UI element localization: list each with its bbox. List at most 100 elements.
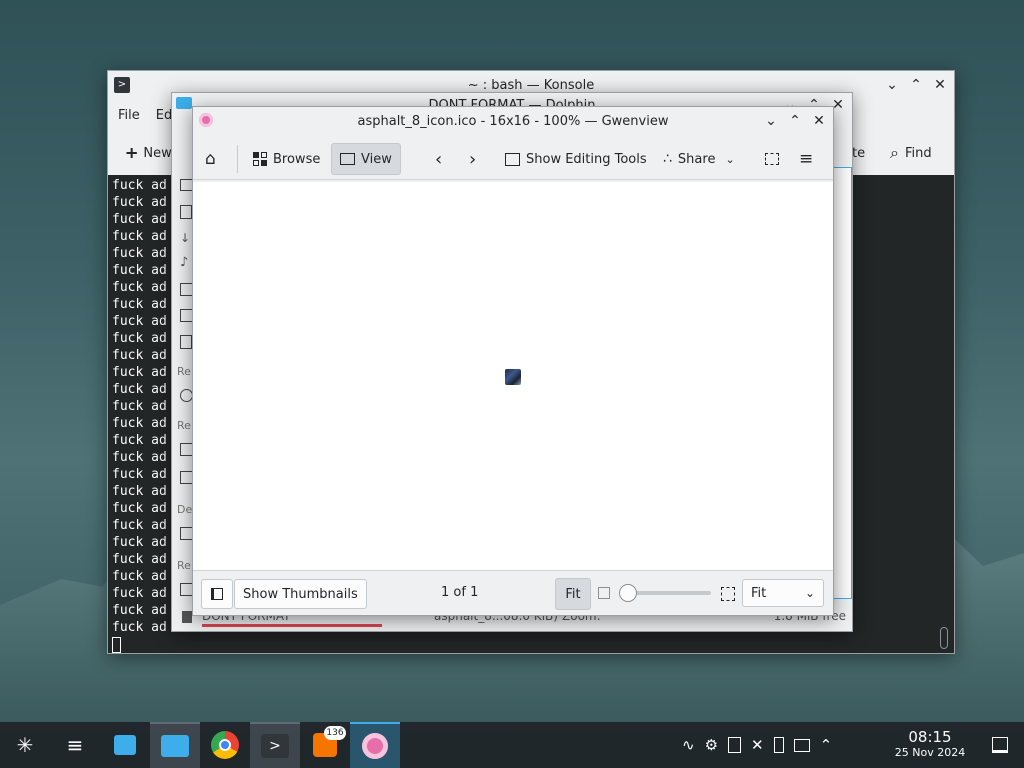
terminal-line: fuck ad	[112, 263, 167, 278]
discover-task[interactable]	[100, 722, 150, 768]
view-button[interactable]: View	[331, 143, 401, 175]
show-editing-tools-button[interactable]: Show Editing Tools	[497, 144, 655, 174]
terminal-line: fuck ad	[112, 331, 167, 346]
show-thumbnails-button[interactable]: Show Thumbnails	[234, 579, 367, 609]
chevron-down-icon: ⌄	[804, 586, 815, 600]
rss-reader-task[interactable]: 136	[300, 722, 350, 768]
fit-label: Fit	[565, 586, 581, 602]
terminal-line: fuck ad	[112, 501, 167, 516]
fit-button[interactable]: Fit	[555, 578, 591, 610]
sidebar-header: De	[177, 503, 193, 516]
removable-device-icon[interactable]	[773, 737, 784, 753]
konsole-title: ~ : bash — Konsole	[467, 77, 595, 93]
chrome-task[interactable]	[200, 722, 250, 768]
sidebar-music-icon[interactable]: ♪	[180, 255, 188, 270]
gwenview-app-icon	[199, 113, 213, 127]
system-settings-task[interactable]: ≡	[50, 722, 100, 768]
grid-icon	[253, 152, 267, 166]
terminal-icon: >	[261, 734, 289, 758]
sidebar-documents-icon[interactable]	[180, 205, 192, 219]
close-icon[interactable]: ✕	[811, 113, 827, 129]
maximize-icon[interactable]: ⌃	[908, 77, 924, 93]
terminal-cursor	[112, 637, 121, 653]
clock-time: 08:15	[908, 728, 952, 746]
fullscreen-icon	[765, 153, 779, 165]
konsole-app-icon: >	[114, 77, 130, 93]
terminal-line: fuck ad	[112, 382, 167, 397]
zoom-select[interactable]: Fit ⌄	[742, 579, 824, 607]
dolphin-task[interactable]	[150, 722, 200, 768]
minimize-icon[interactable]: ⌄	[884, 77, 900, 93]
chrome-icon	[211, 731, 239, 759]
gwenview-titlebar[interactable]: asphalt_8_icon.ico - 16x16 - 100% — Gwen…	[193, 107, 833, 135]
network-icon[interactable]	[793, 738, 810, 752]
gwenview-task[interactable]	[350, 722, 400, 768]
find-button[interactable]: ⌕ Find	[882, 138, 940, 168]
zoom-in-icon[interactable]	[721, 587, 735, 601]
terminal-line: fuck ad	[112, 246, 167, 261]
rss-tray-icon[interactable]: ∿	[682, 736, 695, 754]
image-icon	[340, 153, 355, 165]
home-icon: ⌂	[205, 149, 216, 169]
drive-icon	[182, 611, 192, 623]
browse-label: Browse	[273, 151, 321, 167]
previous-button[interactable]: ‹	[427, 144, 450, 174]
show-desktop-button[interactable]	[992, 737, 1008, 757]
share-button[interactable]: ∴ Share ⌄	[655, 144, 743, 174]
konsole-menubar: File Ed	[108, 103, 172, 127]
terminal-line: fuck ad	[112, 229, 167, 244]
sidebar-trash-icon[interactable]	[180, 335, 192, 349]
thumbnails-label: Show Thumbnails	[243, 586, 358, 602]
close-icon[interactable]: ✕	[932, 77, 948, 93]
share-icon: ∴	[663, 151, 672, 167]
chevron-up-icon[interactable]: ⌃	[820, 736, 833, 754]
zoom-slider[interactable]	[619, 584, 711, 602]
sidebar-header: Re	[177, 559, 191, 572]
terminal-line: fuck ad	[112, 467, 167, 482]
clock-date: 25 Nov 2024	[894, 746, 966, 759]
terminal-line: fuck ad	[112, 586, 167, 601]
sidebar-downloads-icon[interactable]: ↓	[180, 231, 190, 245]
terminal-line: fuck ad	[112, 365, 167, 380]
taskbar: ✳ ≡ > 136 ∿ ⚙︎ ✕ ⌃ 08:15 25 Nov 2024	[0, 722, 1024, 768]
terminal-scrollbar[interactable]	[940, 627, 948, 649]
terminal-line: fuck ad	[112, 212, 167, 227]
new-tab-label: New	[143, 145, 172, 161]
terminal-line: fuck ad	[112, 518, 167, 533]
image-canvas[interactable]	[193, 182, 833, 570]
application-launcher[interactable]: ✳	[0, 722, 50, 768]
capacity-bar	[202, 624, 382, 627]
notification-badge: 136	[324, 726, 346, 740]
gwenview-icon	[362, 733, 388, 759]
clipboard-icon[interactable]	[728, 737, 742, 753]
menu-file[interactable]: File	[118, 108, 140, 123]
home-button[interactable]: ⌂	[199, 144, 222, 174]
hamburger-menu-button[interactable]: ≡	[791, 144, 821, 174]
kde-logo-icon: ✳	[16, 733, 34, 757]
paste-label: te	[852, 145, 866, 161]
konsole-task[interactable]: >	[250, 722, 300, 768]
zoom-select-value: Fit	[751, 585, 767, 601]
minimize-icon[interactable]: ⌄	[763, 113, 779, 129]
volume-muted-icon[interactable]: ✕	[751, 736, 764, 754]
menu-edit[interactable]: Ed	[156, 108, 172, 123]
terminal-line: fuck ad	[112, 603, 167, 618]
fullscreen-button[interactable]	[757, 144, 787, 174]
zoom-out-icon[interactable]	[598, 587, 610, 599]
view-label: View	[361, 151, 392, 167]
terminal-line: fuck ad	[112, 450, 167, 465]
next-button[interactable]: ›	[461, 144, 484, 174]
kde-connect-icon[interactable]: ⚙︎	[705, 736, 718, 754]
gwenview-title: asphalt_8_icon.ico - 16x16 - 100% — Gwen…	[357, 113, 669, 129]
browse-button[interactable]: Browse	[245, 144, 328, 174]
zoom-slider-handle[interactable]	[619, 584, 637, 602]
gwenview-window[interactable]: asphalt_8_icon.ico - 16x16 - 100% — Gwen…	[192, 106, 834, 616]
terminal-line: fuck ad	[112, 433, 167, 448]
maximize-icon[interactable]: ⌃	[787, 113, 803, 129]
gwenview-bottombar: Show Thumbnails 1 of 1 Fit Fit ⌄	[193, 570, 833, 615]
terminal-line: fuck ad	[112, 535, 167, 550]
sidebar-toggle-button[interactable]	[201, 579, 233, 609]
clock[interactable]: 08:15 25 Nov 2024	[888, 728, 972, 759]
chevron-right-icon: ›	[469, 148, 477, 170]
terminal-line: fuck ad	[112, 314, 167, 329]
